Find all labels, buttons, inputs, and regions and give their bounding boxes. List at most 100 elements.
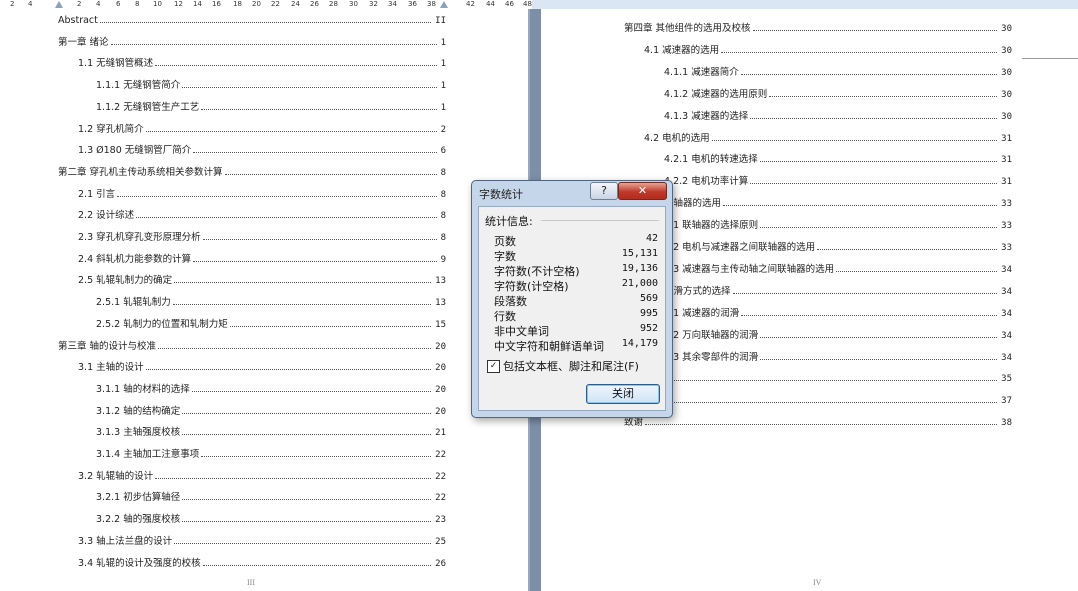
toc-entry[interactable]: Abstract II [58, 13, 446, 26]
toc-entry[interactable]: 1.1.2 无缝钢管生产工艺 1 [96, 100, 446, 113]
toc-entry[interactable]: 4.1 减速器的选用 30 [644, 43, 1012, 56]
toc-entry[interactable]: 3.3 轴上法兰盘的设计 25 [78, 534, 446, 547]
right-indent-marker-icon[interactable] [440, 1, 448, 8]
toc-entry[interactable]: 4.1 减速器的润滑 34 [664, 306, 1012, 319]
toc-entry-page: 26 [435, 558, 446, 569]
toc-entry-page: 22 [435, 493, 446, 504]
toc-entry[interactable]: 2.5.2 轧制力的位置和轧制力矩 15 [96, 317, 446, 330]
toc-entry-page: 38 [1001, 418, 1012, 429]
toc-entry[interactable]: 4.3 其余零部件的润滑 34 [664, 350, 1012, 363]
toc-dot-leader [752, 30, 998, 31]
toc-entry[interactable]: 3.1.4 主轴加工注意事项 22 [96, 447, 446, 460]
help-button[interactable]: ? [590, 182, 618, 200]
toc-entry[interactable]: 联轴器的选用 33 [664, 196, 1012, 209]
toc-entry[interactable]: 致谢 38 [624, 415, 1012, 428]
toc-entry-page: 1 [440, 102, 446, 113]
document-page-left[interactable]: III Abstract II 第一章 绪论 1 1.1 无缝钢管概述 1 1.1.1 无缝… [0, 9, 528, 591]
toc-entry-title: 4.1 减速器的选用 [644, 44, 720, 56]
toc-entry[interactable]: 第一章 绪论 1 [58, 35, 446, 48]
toc-entry-page: 34 [1001, 308, 1012, 319]
toc-dot-leader [117, 195, 437, 197]
toc-entry[interactable]: 4.2 电机的选用 31 [644, 131, 1012, 144]
include-textboxes-label[interactable]: 包括文本框、脚注和尾注(F) [503, 358, 639, 374]
toc-entry[interactable]: 2.5 轧辊轧制力的确定 13 [78, 273, 446, 286]
include-textboxes-checkbox[interactable]: ✓ [487, 360, 500, 373]
close-button[interactable]: 关闭 [586, 384, 660, 404]
page-number: III [247, 578, 255, 587]
toc-entry[interactable]: 4.2.2 电机功率计算 31 [664, 174, 1012, 187]
toc-entry[interactable]: 1.1.1 无缝钢管简介 1 [96, 78, 446, 91]
toc-entry-title: 3.2 电机与减速器之间联轴器的选用 [664, 242, 816, 253]
toc-entry[interactable]: 2.1 引言 8 [78, 187, 446, 200]
toc-entry[interactable]: 3.1.2 轴的结构确定 20 [96, 404, 446, 417]
left-indent-marker-icon[interactable] [55, 1, 63, 8]
toc-dot-leader [174, 542, 432, 544]
toc-entry[interactable]: 3.2.1 初步估算轴径 22 [96, 490, 446, 503]
toc-dot-leader [760, 227, 998, 229]
toc-entry-title: 4.2.1 电机的转速选择 [664, 154, 758, 166]
toc-dot-leader [721, 51, 998, 53]
toc-entry[interactable]: 润滑方式的选择 34 [664, 284, 1012, 297]
toc-entry[interactable]: 第二章 穿孔机主传动系统相关参数计算 8 [58, 165, 446, 178]
toc-dot-leader [182, 412, 432, 414]
toc-entry-title: 3.3 减速器与主传动轴之间联轴器的选用 [664, 263, 835, 275]
toc-entry[interactable]: 3.4 轧辊的设计及强度的校核 26 [78, 556, 446, 569]
toc-entry-page: 1 [440, 81, 446, 92]
toc-entry-page: 34 [1001, 264, 1012, 275]
toc-entry[interactable]: 2.4 斜轧机力能参数的计算 9 [78, 252, 446, 265]
toc-entry[interactable]: 3.2.2 轴的强度校核 23 [96, 512, 446, 525]
toc-entry[interactable]: 4.1.2 减速器的选用原则 30 [664, 87, 1012, 100]
statistic-label: 行数 [494, 310, 516, 323]
toc-entry[interactable]: 4.1.1 减速器简介 30 [664, 65, 1012, 78]
toc-entry[interactable]: 3.2 轧辊轴的设计 22 [78, 469, 446, 482]
toc-entry[interactable]: 第三章 轴的设计与校准 20 [58, 339, 446, 352]
statistic-value: 569 [639, 293, 658, 304]
toc-dot-leader [201, 456, 432, 457]
toc-dot-leader [224, 173, 437, 175]
close-icon[interactable]: ✕ [618, 182, 667, 200]
ruler-tick-label: 46 [505, 0, 514, 8]
toc-entry[interactable]: 35 [664, 371, 1012, 384]
dialog-body: 统计信息: ✓ 包括文本框、脚注和尾注(F) 关闭 页数 42 字数 15,131 字符… [478, 206, 666, 411]
ruler-tick-label: 30 [349, 0, 358, 8]
toc-entry-page: 35 [1001, 374, 1012, 385]
toc-dot-leader [760, 336, 998, 338]
ruler-tick-label: 32 [369, 0, 378, 8]
word-count-dialog[interactable]: 字数统计 ? ✕ 统计信息: ✓ 包括文本框、脚注和尾注(F) 关闭 页数 42 字… [471, 180, 673, 418]
toc-entry[interactable]: 37 [664, 393, 1012, 406]
toc-entry[interactable]: 4.2 万向联轴器的润滑 34 [664, 328, 1012, 341]
toc-entry[interactable]: 3.2 电机与减速器之间联轴器的选用 33 [664, 240, 1012, 253]
toc-dot-leader [182, 521, 432, 523]
toc-entry-title: 4.2 电机的选用 [644, 132, 710, 144]
toc-entry[interactable]: 1.1 无缝钢管概述 1 [78, 56, 446, 69]
toc-entry[interactable]: 2.5.1 轧辊轧制力 13 [96, 295, 446, 308]
statistic-label: 字符数(不计空格) [494, 265, 580, 278]
toc-dot-leader [193, 152, 437, 154]
ruler-tick-label: 48 [523, 0, 532, 8]
toc-entry[interactable]: 3.1 主轴的设计 20 [78, 360, 446, 373]
ruler-tick-label: 6 [116, 0, 121, 8]
toc-dot-leader [229, 325, 432, 327]
ruler-tick-label: 22 [271, 0, 280, 8]
statistic-label: 字数 [494, 250, 516, 263]
statistic-label: 页数 [494, 235, 516, 248]
toc-entry[interactable]: 2.3 穿孔机穿孔变形原理分析 8 [78, 230, 446, 243]
toc-dot-leader [750, 117, 998, 119]
toc-entry-title: 第四章 其他组件的选用及校核 [624, 23, 751, 34]
toc-entry-title: 3.2 轧辊轴的设计 [78, 470, 154, 482]
toc-entry[interactable]: 3.3 减速器与主传动轴之间联轴器的选用 34 [664, 262, 1012, 275]
toc-entry-page: 33 [1001, 221, 1012, 232]
toc-entry-title: 1.1.1 无缝钢管简介 [96, 80, 181, 92]
toc-dot-leader [158, 347, 432, 349]
toc-entry[interactable]: 1.2 穿孔机简介 2 [78, 122, 446, 135]
toc-entry[interactable]: 3.1 联轴器的选择原则 33 [664, 218, 1012, 231]
toc-entry[interactable]: 4.2.1 电机的转速选择 31 [664, 152, 1012, 165]
toc-entry[interactable]: 第四章 其他组件的选用及校核 30 [624, 21, 1012, 34]
toc-entry[interactable]: 3.1.3 主轴强度校核 21 [96, 425, 446, 438]
toc-entry[interactable]: 4.1.3 减速器的选择 30 [664, 109, 1012, 122]
toc-entry[interactable]: 1.3 Ø180 无缝钢管厂简介 6 [78, 143, 446, 156]
toc-dot-leader [110, 43, 437, 45]
toc-entry[interactable]: 2.2 设计综述 8 [78, 208, 446, 221]
toc-entry[interactable]: 3.1.1 轴的材料的选择 20 [96, 382, 446, 395]
ruler-tick-label: 12 [174, 0, 183, 8]
